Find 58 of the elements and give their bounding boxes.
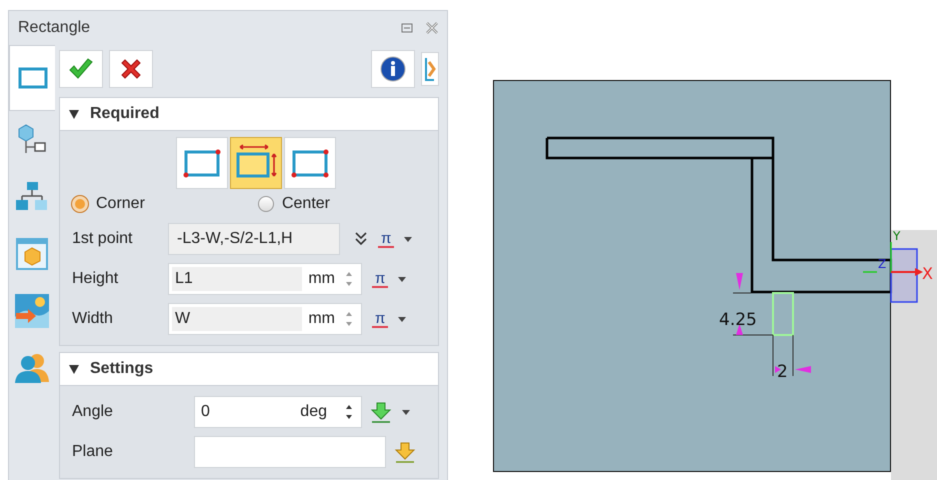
field-label: Plane bbox=[72, 443, 114, 461]
coordinate-axes bbox=[863, 242, 923, 276]
close-icon bbox=[119, 57, 143, 81]
caret-icon[interactable] bbox=[398, 316, 406, 322]
chevron-icon bbox=[424, 56, 436, 82]
info-button[interactable] bbox=[371, 50, 415, 88]
double-chevron-icon[interactable] bbox=[354, 231, 368, 247]
plane-indicator bbox=[890, 248, 918, 303]
mode-button[interactable] bbox=[230, 137, 282, 189]
image-import-icon bbox=[14, 292, 50, 328]
number-field[interactable]: L1 mm bbox=[168, 263, 362, 295]
axis-label: Z bbox=[878, 257, 886, 271]
field-label: Width bbox=[72, 310, 114, 328]
ok-button[interactable] bbox=[59, 50, 103, 88]
radio-label: Corner bbox=[96, 195, 145, 213]
radio-option[interactable]: Center bbox=[258, 195, 330, 213]
users-icon bbox=[14, 352, 50, 384]
preview-rectangle bbox=[772, 292, 794, 336]
rectangle-icon bbox=[18, 66, 48, 90]
field-label: 1st point bbox=[72, 230, 134, 248]
variable-button[interactable]: π bbox=[372, 310, 388, 328]
variable-button[interactable]: π bbox=[378, 230, 394, 248]
radio-label: Center bbox=[282, 195, 330, 213]
variable-button[interactable]: π bbox=[372, 270, 388, 288]
mode-button[interactable] bbox=[284, 137, 336, 189]
info-icon bbox=[380, 56, 406, 82]
caret-icon[interactable] bbox=[404, 236, 412, 242]
arrow-down-icon[interactable] bbox=[370, 401, 392, 423]
side-tab[interactable] bbox=[9, 45, 55, 111]
dimension-value: 2 bbox=[777, 362, 788, 382]
field-label: Angle bbox=[72, 403, 114, 421]
caret-icon[interactable] bbox=[398, 276, 406, 282]
axis-label: X bbox=[922, 264, 933, 283]
radio-option[interactable]: Corner bbox=[72, 195, 145, 213]
field-label: Height bbox=[72, 270, 120, 288]
caret-icon[interactable] bbox=[402, 410, 410, 414]
section-header[interactable]: Settings bbox=[60, 353, 438, 385]
number-field[interactable]: W mm bbox=[168, 303, 362, 335]
collapse-icon bbox=[68, 363, 80, 375]
restore-icon[interactable] bbox=[401, 23, 413, 33]
panel-title: Rectangle bbox=[18, 19, 92, 37]
plane-field[interactable] bbox=[194, 436, 386, 468]
number-field[interactable]: 0 deg bbox=[194, 396, 362, 428]
arrow-down-icon[interactable] bbox=[394, 441, 416, 463]
axis-label: Y bbox=[893, 229, 900, 243]
mode-button[interactable] bbox=[176, 137, 228, 189]
radio-button[interactable] bbox=[258, 196, 274, 212]
checkmark-icon bbox=[68, 58, 94, 80]
collapse-icon bbox=[68, 108, 80, 120]
close-icon[interactable] bbox=[425, 22, 439, 34]
cancel-button[interactable] bbox=[109, 50, 153, 88]
point-field[interactable]: -L3-W,-S/2-L1,H bbox=[168, 223, 340, 255]
horizontal-dimension bbox=[772, 334, 811, 376]
dimension-value: 4.25 bbox=[719, 310, 757, 330]
box-window-icon bbox=[15, 236, 49, 270]
section-header[interactable]: Required bbox=[60, 98, 438, 130]
expand-button[interactable] bbox=[421, 52, 439, 86]
spinner-icon[interactable] bbox=[345, 403, 353, 421]
